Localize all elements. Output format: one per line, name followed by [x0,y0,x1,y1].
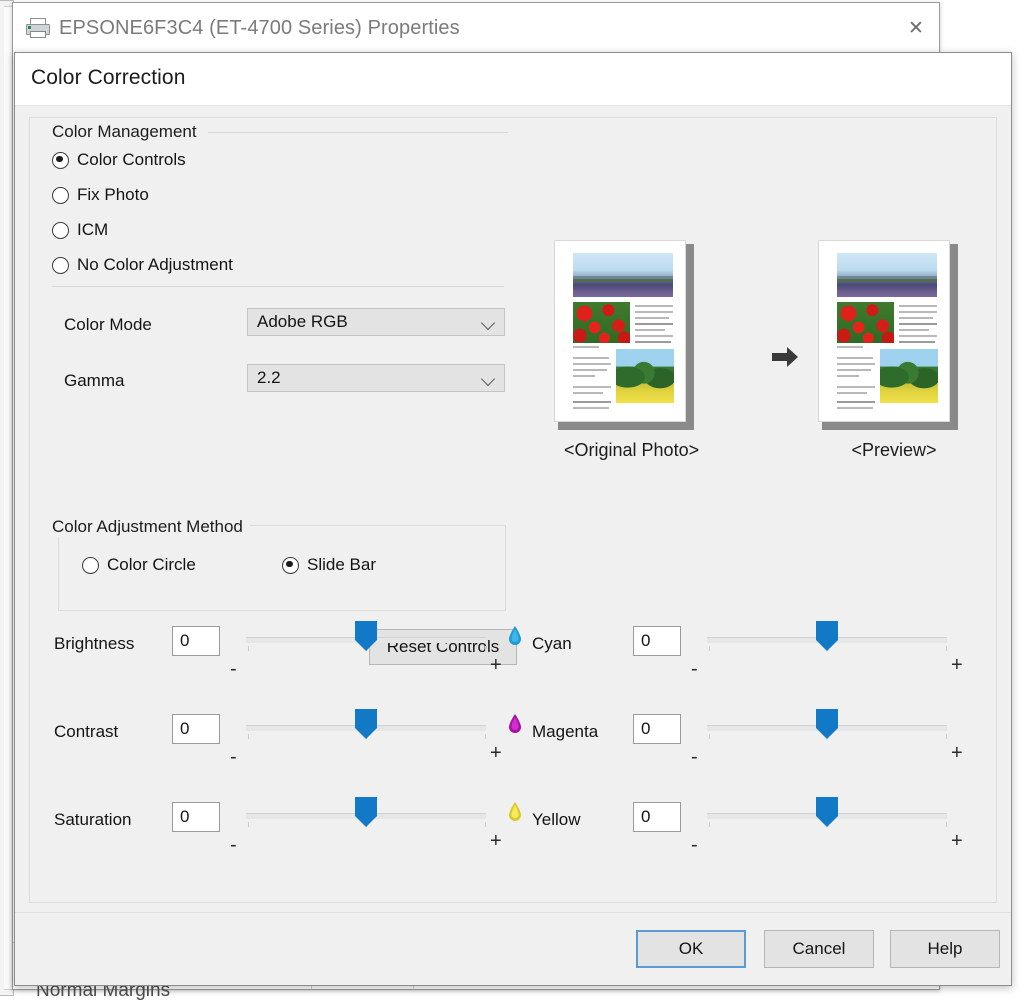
color-mode-select[interactable]: Adobe RGB [247,308,505,336]
yellow-ink-drop-icon [509,802,521,821]
desktop-background: EPSONE6F3C4 (ET-4700 Series) Properties … [0,0,1024,1006]
brightness-label: Brightness [54,634,135,653]
radio-label: Color Circle [107,555,196,574]
cyan-label: Cyan [532,634,572,653]
dialog-content: Color Management Color Controls Fix Phot… [15,106,1011,913]
saturation-slider-thumb[interactable] [355,797,377,827]
magenta-input[interactable]: 0 [633,714,681,744]
cancel-button[interactable]: Cancel [764,930,874,968]
yellow-slider-thumb[interactable] [816,797,838,827]
magenta-label: Magenta [532,722,599,741]
content-panel: Color Management Color Controls Fix Phot… [29,117,997,903]
page-title: Color Correction [31,66,186,89]
saturation-label: Saturation [54,810,132,829]
magenta-ink-drop-icon [509,714,521,733]
yellow-value: 0 [641,807,651,826]
cyan-slider-thumb[interactable] [816,621,838,651]
color-management-group-rule [208,132,508,133]
dialog-header: Color Correction [15,53,1011,106]
original-photo-caption: <Original Photo> [564,440,700,460]
radio-label: ICM [77,220,109,239]
magenta-plus-label: + [951,742,963,764]
gamma-value: 2.2 [257,368,281,387]
section-divider [52,286,504,287]
radio-color-circle[interactable]: Color Circle [82,555,196,575]
radio-label: No Color Adjustment [77,255,233,274]
yellow-plus-label: + [951,830,963,852]
brightness-minus-label: - [230,658,237,680]
brightness-input[interactable]: 0 [172,626,220,656]
printer-properties-titlebar: EPSONE6F3C4 (ET-4700 Series) Properties … [13,3,939,53]
brightness-plus-label: + [490,654,502,676]
help-button[interactable]: Help [890,930,1000,968]
contrast-slider-thumb[interactable] [355,709,377,739]
printer-properties-title: EPSONE6F3C4 (ET-4700 Series) Properties [59,16,460,39]
radio-indicator [52,256,69,274]
cyan-plus-label: + [951,654,963,676]
right-arrow-icon [772,347,798,367]
yellow-input[interactable]: 0 [633,802,681,832]
radio-slide-bar[interactable]: Slide Bar [282,555,376,575]
contrast-label: Contrast [54,722,119,741]
radio-indicator [282,556,299,574]
magenta-value: 0 [641,719,651,738]
thumbnail-mountain-photo [573,253,673,297]
color-mode-value: Adobe RGB [257,312,348,331]
color-adjustment-method-group-label: Color Adjustment Method [52,517,250,537]
gamma-label: Gamma [64,371,125,390]
contrast-value: 0 [180,719,190,738]
contrast-minus-label: - [230,746,237,768]
gamma-select[interactable]: 2.2 [247,364,505,392]
radio-no-color-adjustment[interactable]: No Color Adjustment [52,255,233,275]
cyan-value: 0 [641,631,651,650]
brightness-slider-thumb[interactable] [355,621,377,651]
chevron-down-icon [480,371,496,387]
dialog-footer: OK Cancel Help [15,912,1011,985]
radio-fix-photo[interactable]: Fix Photo [52,185,149,205]
close-icon[interactable]: ✕ [893,3,939,53]
contrast-input[interactable]: 0 [172,714,220,744]
cyan-ink-drop-icon [509,626,521,645]
color-correction-dialog: Color Correction Color Management Color … [14,52,1012,986]
original-photo-thumbnail [554,240,686,422]
preview-caption: <Preview> [851,440,937,460]
thumbnail-trees-photo [616,349,674,403]
thumbnail-poppy-photo [837,302,894,343]
magenta-slider-thumb[interactable] [816,709,838,739]
ok-button[interactable]: OK [636,930,746,968]
color-management-group-label: Color Management [52,122,205,142]
radio-label: Slide Bar [307,555,376,574]
preview-thumbnail [818,240,950,422]
radio-indicator [52,151,69,169]
yellow-label: Yellow [532,810,581,829]
thumbnail-mountain-photo [837,253,937,297]
thumbnail-poppy-photo [573,302,630,343]
chevron-down-icon [480,315,496,331]
brightness-value: 0 [180,631,190,650]
radio-color-controls[interactable]: Color Controls [52,150,186,170]
yellow-minus-label: - [691,834,698,856]
thumbnail-trees-photo [880,349,938,403]
saturation-minus-label: - [230,834,237,856]
cyan-input[interactable]: 0 [633,626,681,656]
radio-label: Color Controls [77,150,186,169]
printer-icon [25,17,51,39]
saturation-input[interactable]: 0 [172,802,220,832]
radio-indicator [52,221,69,239]
radio-label: Fix Photo [77,185,149,204]
saturation-plus-label: + [490,830,502,852]
radio-indicator [82,556,99,574]
radio-indicator [52,186,69,204]
contrast-plus-label: + [490,742,502,764]
color-mode-label: Color Mode [64,315,152,334]
radio-icm[interactable]: ICM [52,220,108,240]
saturation-value: 0 [180,807,190,826]
magenta-minus-label: - [691,746,698,768]
cyan-minus-label: - [691,658,698,680]
